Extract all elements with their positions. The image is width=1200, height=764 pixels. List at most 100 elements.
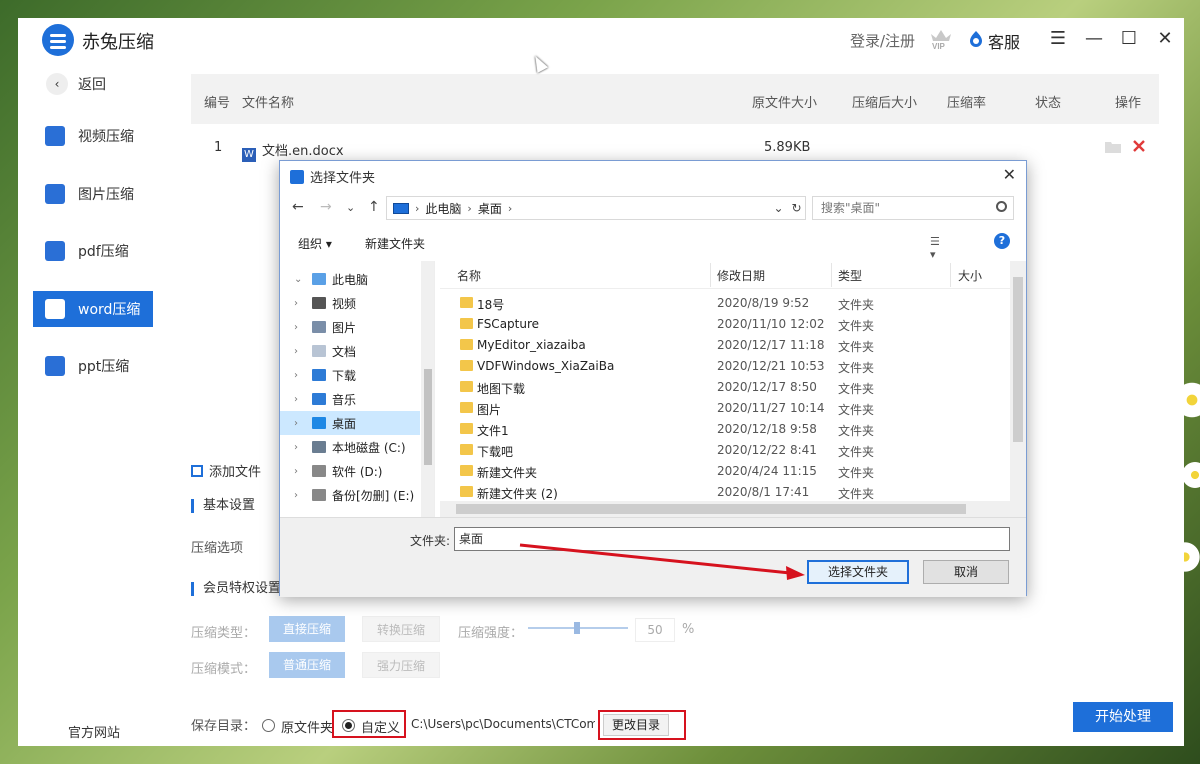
search-input[interactable]: 搜索"桌面" [812,196,1014,220]
column-name[interactable]: 名称 [457,267,481,284]
chevron-right-icon[interactable]: › [294,490,306,501]
view-options-icon[interactable]: ☰ ▾ [930,235,948,261]
convert-compress-option[interactable]: 转换压缩 [362,616,441,642]
column-date[interactable]: 修改日期 [717,267,765,284]
list-item[interactable]: 文件1 2020/12/18 9:58 文件夹 [440,419,1010,440]
strength-value-input[interactable]: 50 [635,618,675,642]
chevron-right-icon[interactable]: › [294,442,306,453]
radio-custom-folder[interactable] [342,719,355,732]
file-type: 文件夹 [838,340,875,354]
change-directory-button[interactable]: 更改目录 [603,714,670,736]
tree-item-desktop[interactable]: › 桌面 [280,411,420,435]
sidebar-item-pdf[interactable]: pdf压缩 [33,233,153,269]
forward-arrow-icon[interactable]: → [320,199,332,215]
music-folder-icon [312,393,326,405]
vip-crown-icon[interactable]: VIP [928,26,954,50]
strength-slider[interactable] [528,622,628,634]
breadcrumb-this-pc[interactable]: 此电脑 [425,200,461,217]
select-folder-button[interactable]: 选择文件夹 [807,560,909,584]
strong-compress-option[interactable]: 强力压缩 [362,652,441,678]
customer-service-label[interactable]: 客服 [988,29,1020,53]
maximize-button[interactable]: ☐ [1117,28,1141,52]
column-type[interactable]: 类型 [838,267,862,284]
breadcrumb-desktop[interactable]: 桌面 [478,200,502,217]
tree-item-this-pc[interactable]: ⌄ 此电脑 [280,267,420,291]
minimize-button[interactable]: — [1082,28,1106,52]
list-item[interactable]: 下载吧 2020/12/22 8:41 文件夹 [440,440,1010,461]
list-item[interactable]: 18号 2020/8/19 9:52 文件夹 [440,293,1010,314]
list-item[interactable]: 图片 2020/11/27 10:14 文件夹 [440,398,1010,419]
list-item[interactable]: 地图下载 2020/12/17 8:50 文件夹 [440,377,1010,398]
direct-compress-option[interactable]: 直接压缩 [269,616,346,642]
new-folder-button[interactable]: 新建文件夹 [365,235,425,252]
column-divider[interactable] [831,263,832,287]
file-date: 2020/12/22 8:41 [717,443,817,457]
start-processing-button[interactable]: 开始处理 [1073,702,1173,732]
tree-item-documents[interactable]: › 文档 [280,339,420,363]
tree-scrollbar-thumb[interactable] [424,369,432,465]
chevron-right-icon[interactable]: › [294,322,306,333]
horizontal-scrollbar-thumb[interactable] [456,504,966,514]
refresh-icon[interactable]: ↻ [787,201,805,215]
recent-locations-icon[interactable]: ⌄ [346,201,355,214]
vertical-scrollbar-thumb[interactable] [1013,277,1023,442]
help-icon[interactable]: ? [994,233,1010,249]
file-name: 文件1 [477,424,509,438]
login-register-link[interactable]: 登录/注册 [850,30,915,51]
chevron-down-icon[interactable]: ⌄ [294,274,306,285]
normal-compress-option[interactable]: 普通压缩 [269,652,346,678]
tree-item-pictures[interactable]: › 图片 [280,315,420,339]
up-arrow-icon[interactable]: ↑ [368,199,380,215]
dialog-close-button[interactable]: ✕ [1003,165,1016,184]
chevron-right-icon[interactable]: › [294,346,306,357]
sidebar-item-word[interactable]: word压缩 [33,291,153,327]
file-date: 2020/12/21 10:53 [717,359,825,373]
close-button[interactable]: ✕ [1153,28,1177,52]
delete-icon[interactable] [1132,139,1146,153]
column-size[interactable]: 大小 [958,267,982,284]
address-dropdown-icon[interactable]: ⌄ [769,201,787,215]
column-divider[interactable] [950,263,951,287]
chevron-right-icon[interactable]: › [294,466,306,477]
official-site-link[interactable]: 官方网站 [68,722,120,741]
list-item[interactable]: 新建文件夹 (2) 2020/8/1 17:41 文件夹 [440,482,1010,503]
strength-slider-handle[interactable] [574,622,580,634]
tree-item-videos[interactable]: › 视频 [280,291,420,315]
chevron-right-icon[interactable]: › [294,298,306,309]
sidebar-item-video[interactable]: 视频压缩 [33,118,153,154]
address-bar[interactable]: › 此电脑 › 桌面 › ⌄ ↻ [386,196,806,220]
file-list-horizontal-scrollbar[interactable] [440,501,1026,517]
column-header: 压缩后大小 [852,96,918,111]
back-button[interactable]: ‹ 返回 [46,72,106,96]
cancel-button[interactable]: 取消 [923,560,1009,584]
file-name: 新建文件夹 [477,466,538,480]
row-size: 5.89KB [764,140,811,155]
chevron-right-icon[interactable]: › [294,370,306,381]
folder-name-input[interactable]: 桌面 [454,527,1010,551]
list-item[interactable]: FSCapture 2020/11/10 12:02 文件夹 [440,314,1010,335]
customer-service-icon[interactable] [968,30,984,48]
tree-item-drive-e[interactable]: › 备份[勿删] (E:) [280,483,420,507]
sidebar-item-ppt[interactable]: ppt压缩 [33,348,153,384]
organize-menu[interactable]: 组织 ▾ [298,235,332,252]
list-item[interactable]: MyEditor_xiazaiba 2020/12/17 11:18 文件夹 [440,335,1010,356]
file-name: VDFWindows_XiaZaiBa [477,359,615,373]
tree-item-music[interactable]: › 音乐 [280,387,420,411]
tree-item-drive-c[interactable]: › 本地磁盘 (C:) [280,435,420,459]
radio-original-folder[interactable] [262,719,275,732]
list-item[interactable]: 新建文件夹 2020/4/24 11:15 文件夹 [440,461,1010,482]
menu-button[interactable]: ☰ [1046,28,1070,52]
chevron-right-icon[interactable]: › [294,394,306,405]
tree-scrollbar[interactable] [421,261,434,517]
tree-item-drive-d[interactable]: › 软件 (D:) [280,459,420,483]
tree-item-downloads[interactable]: › 下载 [280,363,420,387]
column-divider[interactable] [710,263,711,287]
chevron-right-icon[interactable]: › [294,418,306,429]
sidebar-item-image[interactable]: 图片压缩 [33,176,153,212]
list-item[interactable]: VDFWindows_XiaZaiBa 2020/12/21 10:53 文件夹 [440,356,1010,377]
open-folder-icon[interactable] [1105,140,1121,153]
file-list-vertical-scrollbar[interactable] [1010,261,1026,501]
add-file-button[interactable]: 添加文件 [191,461,261,480]
back-arrow-icon[interactable]: ← [292,199,304,215]
sidebar: ‹ 返回 视频压缩 图片压缩 pdf压缩 word压缩 ppt压缩 官方网站 [18,62,166,746]
